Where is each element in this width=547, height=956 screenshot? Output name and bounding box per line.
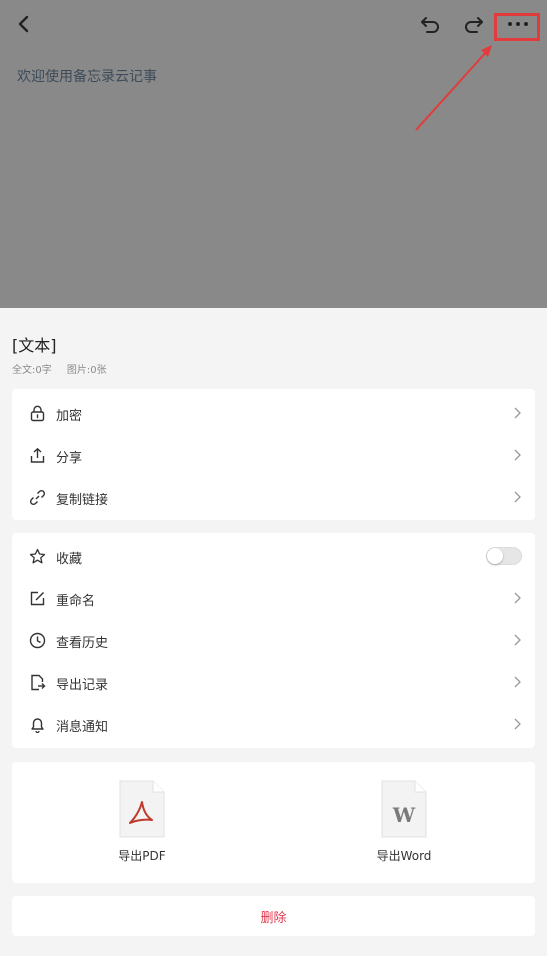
menu-item-label: 分享 [56, 451, 83, 466]
svg-text:W: W [392, 803, 416, 827]
history-clock-icon [29, 632, 46, 649]
menu-item-rename[interactable]: 重命名 [12, 577, 535, 619]
menu-group-security: 加密 分享 复制链接 [12, 389, 535, 520]
lock-icon [30, 405, 45, 422]
chevron-right-icon [514, 634, 521, 646]
chevron-right-icon [514, 407, 521, 419]
menu-item-notifications[interactable]: 消息通知 [12, 703, 535, 745]
rename-icon [30, 591, 45, 606]
menu-item-favorite[interactable]: 收藏 [12, 535, 535, 577]
bell-icon [31, 718, 44, 733]
chevron-right-icon [514, 676, 521, 688]
toggle-knob [487, 548, 503, 564]
menu-item-label: 消息通知 [56, 720, 109, 735]
menu-group-actions: 收藏 重命名 查看历史 导出记录 消息通知 [12, 533, 535, 748]
chevron-right-icon [514, 491, 521, 503]
link-icon [29, 489, 46, 506]
delete-card: 删除 [12, 896, 535, 936]
delete-button[interactable]: 删除 [12, 896, 535, 936]
menu-item-label: 重命名 [56, 594, 96, 609]
menu-item-copy-link[interactable]: 复制链接 [12, 476, 535, 518]
image-count: 图片:0张 [66, 365, 107, 376]
menu-item-label: 查看历史 [56, 636, 109, 651]
menu-item-label: 复制链接 [56, 493, 109, 508]
menu-item-label: 加密 [56, 409, 83, 424]
favorite-toggle[interactable] [486, 547, 522, 565]
export-pdf-button[interactable]: 导出PDF [82, 780, 202, 864]
star-icon [29, 548, 46, 564]
note-stats: 全文:0字 图片:0张 [12, 361, 119, 376]
export-record-icon [31, 674, 46, 691]
menu-item-label: 收藏 [56, 552, 83, 567]
annotation-arrow [415, 45, 492, 131]
chevron-right-icon [514, 592, 521, 604]
word-file-icon: W [381, 780, 427, 838]
menu-item-label: 导出记录 [56, 678, 109, 693]
editor-overlay[interactable]: 欢迎使用备忘录云记事 [0, 0, 547, 308]
menu-item-share[interactable]: 分享 [12, 434, 535, 476]
sheet-title: [文本] [12, 336, 57, 355]
chevron-right-icon [514, 718, 521, 730]
share-icon [30, 447, 45, 463]
menu-item-history[interactable]: 查看历史 [12, 619, 535, 661]
chevron-right-icon [514, 449, 521, 461]
export-word-label: 导出Word [376, 849, 432, 863]
export-word-button[interactable]: W 导出Word [344, 780, 464, 864]
pdf-file-icon [119, 780, 165, 838]
menu-item-export-record[interactable]: 导出记录 [12, 661, 535, 703]
export-pdf-label: 导出PDF [118, 849, 166, 863]
export-options: 导出PDF W 导出Word [12, 762, 535, 883]
options-sheet: [文本] 全文:0字 图片:0张 加密 分享 复制链接 收藏 重命名 查看历史 … [0, 308, 547, 956]
char-count: 全文:0字 [12, 365, 52, 376]
menu-item-encrypt[interactable]: 加密 [12, 392, 535, 434]
